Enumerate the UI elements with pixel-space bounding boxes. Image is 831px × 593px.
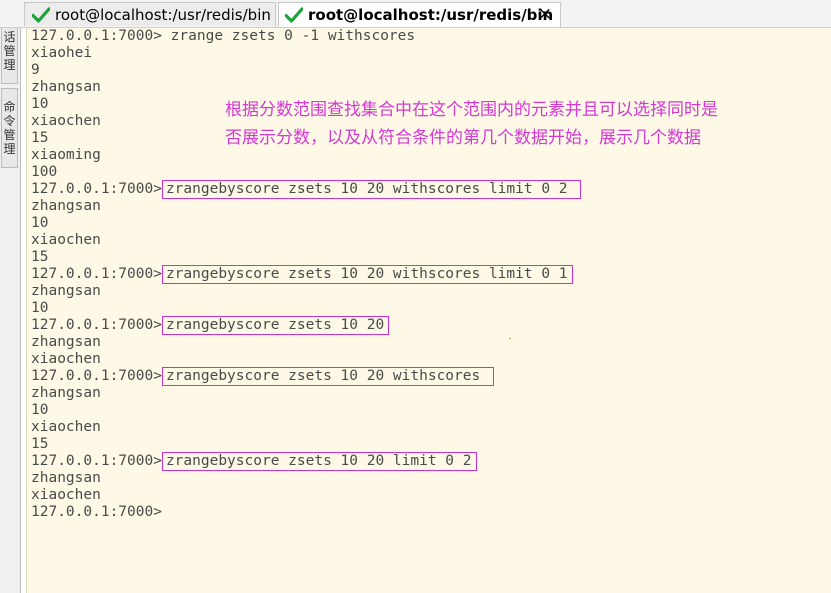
terminal-output-text: 10 <box>31 215 49 231</box>
tab-session-1[interactable]: root@localhost:/usr/redis/bin <box>24 2 276 26</box>
terminal-output-text: zhangsan <box>31 385 101 401</box>
terminal-output-text: 15 <box>31 249 49 265</box>
highlighted-command: zrangebyscore zsets 10 20 withscores lim… <box>161 265 573 284</box>
highlighted-command: zrangebyscore zsets 10 20 withscores lim… <box>161 180 582 199</box>
terminal-command-line: 127.0.0.1:7000> zrangebyscore zsets 10 20… <box>31 452 580 471</box>
terminal-output-text: zhangsan <box>31 79 101 95</box>
sidebar-item-label: 令 <box>3 114 16 128</box>
terminal-prompt: 127.0.0.1:7000> <box>31 317 162 333</box>
annotation-line: 根据分数范围查找集合中在这个范围内的元素并且可以选择同时是 <box>225 100 718 120</box>
terminal-output-line: zhangsan <box>31 79 580 96</box>
terminal-command-line: 127.0.0.1:7000> zrange zsets 0 -1 withsc… <box>31 28 580 45</box>
terminal-output-text: xiaochen <box>31 232 101 248</box>
terminal-prompt: 127.0.0.1:7000> <box>31 266 162 282</box>
stray-dot <box>509 338 511 339</box>
terminal-output-text: zhangsan <box>31 334 101 350</box>
terminal-output-text: xiaochen <box>31 351 101 367</box>
terminal-output-line: 9 <box>31 62 580 79</box>
terminal-output-line: xiaochen <box>31 419 580 436</box>
terminal-output-line: 100 <box>31 164 580 181</box>
terminal-prompt: 127.0.0.1:7000> <box>31 453 162 469</box>
annotation-line: 否展示分数，以及从符合条件的第几个数据开始，展示几个数据 <box>225 128 701 148</box>
terminal-output-text: xiaohei <box>31 45 93 61</box>
sidebar-item-label: 管 <box>3 44 16 58</box>
annotation-note: 根据分数范围查找集合中在这个范围内的元素并且可以选择同时是 否展示分数，以及从符… <box>225 96 815 152</box>
terminal-prompt: 127.0.0.1:7000> <box>31 181 162 197</box>
terminal-output-line: xiaochen <box>31 232 580 249</box>
terminal-command: zrange zsets 0 -1 withscores <box>161 28 416 44</box>
terminal-output-line: 10 <box>31 402 580 419</box>
terminal-output-line: xiaochen <box>31 351 580 368</box>
terminal-prompt: 127.0.0.1:7000> <box>31 504 162 520</box>
session-sidebar: 会 话 管 理 命 令 管 理 <box>0 0 21 593</box>
highlighted-command: zrangebyscore zsets 10 20 <box>161 316 390 335</box>
terminal-prompt: 127.0.0.1:7000> <box>31 28 162 44</box>
terminal-output-text: xiaochen <box>31 487 101 503</box>
highlighted-command: zrangebyscore zsets 10 20 withscores <box>161 367 494 386</box>
terminal-output-text: 10 <box>31 402 49 418</box>
terminal-command-line: 127.0.0.1:7000> zrangebyscore zsets 10 20… <box>31 180 582 199</box>
terminal-output-line: zhangsan <box>31 198 580 215</box>
terminal-output-line: zhangsan <box>31 470 580 487</box>
terminal-output-line: xiaochen <box>31 487 580 504</box>
terminal-output-text: 100 <box>31 164 58 180</box>
terminal-command-line: 127.0.0.1:7000> <box>31 504 580 521</box>
terminal-command-line: 127.0.0.1:7000> zrangebyscore zsets 10 20… <box>31 367 580 386</box>
sidebar-item-label: 管 <box>3 128 16 142</box>
terminal-output-line: zhangsan <box>31 385 580 402</box>
close-icon[interactable]: × <box>538 4 552 24</box>
tab-session-2[interactable]: root@localhost:/usr/redis/bin × <box>278 2 561 27</box>
terminal-output-text: 10 <box>31 300 49 316</box>
sidebar-item-label: 命 <box>3 100 16 114</box>
terminal-output-text: xiaochen <box>31 113 101 129</box>
terminal-output-text: xiaochen <box>31 419 101 435</box>
terminal-output-text: 15 <box>31 436 49 452</box>
terminal-output-text: xiaoming <box>31 147 101 163</box>
terminal-command-line: 127.0.0.1:7000> zrangebyscore zsets 10 20 <box>31 316 580 335</box>
terminal-output-text: zhangsan <box>31 470 101 486</box>
terminal-command-line: 127.0.0.1:7000> zrangebyscore zsets 10 20… <box>31 265 580 284</box>
terminal-output-line: 10 <box>31 300 580 317</box>
check-icon <box>32 6 50 23</box>
tab-title: root@localhost:/usr/redis/bin <box>55 5 271 24</box>
terminal-pane[interactable]: 127.0.0.1:7000> zrange zsets 0 -1 withsc… <box>26 28 831 593</box>
sidebar-item-command-manager[interactable]: 命 令 管 理 <box>1 88 18 168</box>
tab-title: root@localhost:/usr/redis/bin <box>308 6 554 24</box>
terminal-output-line: 15 <box>31 436 580 453</box>
terminal-prompt: 127.0.0.1:7000> <box>31 368 162 384</box>
terminal-output-line: 10 <box>31 215 580 232</box>
terminal-output-text: zhangsan <box>31 198 101 214</box>
tab-bar: root@localhost:/usr/redis/bin root@local… <box>0 0 831 28</box>
terminal-output-line: zhangsan <box>31 283 580 300</box>
sidebar-item-label: 话 <box>3 30 16 44</box>
highlighted-command: zrangebyscore zsets 10 20 limit 0 2 <box>161 452 477 471</box>
sidebar-item-label: 理 <box>3 58 16 72</box>
terminal-output-text: 9 <box>31 62 40 78</box>
terminal-output-text: 10 <box>31 96 49 112</box>
check-icon <box>285 7 303 23</box>
terminal-output-line: zhangsan <box>31 334 580 351</box>
terminal-output-text: 15 <box>31 130 49 146</box>
sidebar-item-label: 理 <box>3 142 16 156</box>
terminal-output-text: zhangsan <box>31 283 101 299</box>
terminal-output-line: 15 <box>31 249 580 266</box>
terminal-output-line: xiaohei <box>31 45 580 62</box>
